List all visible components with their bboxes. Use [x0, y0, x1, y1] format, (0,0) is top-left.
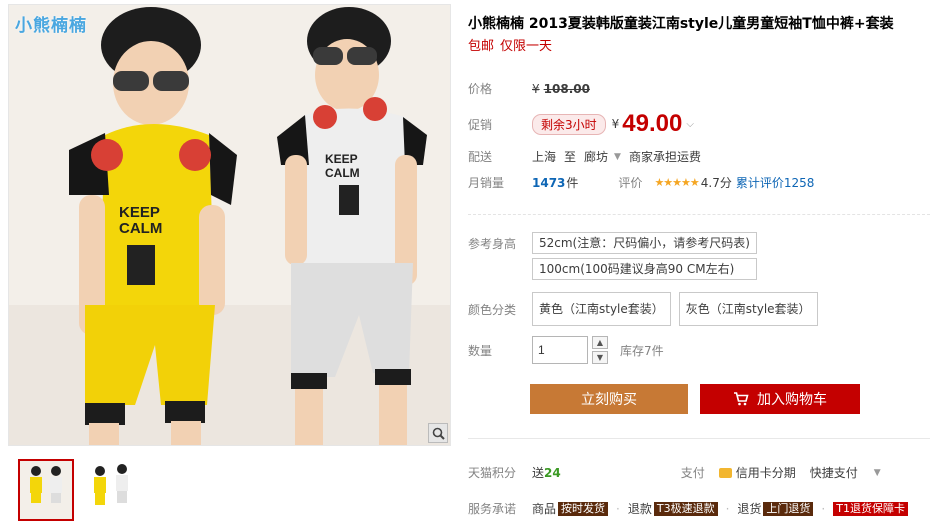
- chevron-down-icon[interactable]: ⌵: [686, 119, 694, 130]
- brand-watermark: 小熊楠楠: [15, 16, 87, 36]
- svg-text:KEEP: KEEP: [119, 204, 160, 221]
- credit-card-icon: [718, 467, 732, 478]
- main-product-image[interactable]: KEEP CALM KEEP CALM 小熊楠楠: [8, 4, 451, 446]
- caret-down-icon[interactable]: ▼: [614, 152, 621, 162]
- rating-label: 评价: [618, 176, 643, 190]
- thumbnail-1[interactable]: [18, 459, 74, 521]
- points-payment-row: 天猫积分 送24 支付 信用卡分期 快捷支付 ▼: [468, 464, 930, 481]
- add-to-cart-button[interactable]: 加入购物车: [700, 384, 860, 414]
- decrease-icon[interactable]: ▼: [592, 351, 608, 364]
- monthly-sales-label: 月销量: [468, 176, 505, 190]
- height-option-100cm[interactable]: 100cm(100码建议身高90 CM左右): [532, 258, 757, 280]
- service-key: 退款: [627, 502, 652, 516]
- thumbnail-image: [84, 459, 140, 521]
- color-label: 颜色分类: [468, 302, 517, 317]
- monthly-sales-unit: 件: [566, 176, 579, 190]
- free-shipping-tag: 包邮: [468, 39, 495, 54]
- height-label: 参考身高: [468, 237, 517, 251]
- price-row: 价格 ¥108.00: [468, 80, 590, 97]
- promo-row: 促销 剩余3小时 ¥ 49.00 ⌵: [468, 110, 694, 138]
- cart-icon: [733, 392, 749, 406]
- countdown-badge: 剩余3小时: [532, 113, 606, 135]
- product-title: 小熊楠楠 2013夏装韩版童装江南style儿童男童短袖T恤中裤+套装: [468, 16, 894, 32]
- ship-destination-select[interactable]: 廊坊: [584, 148, 608, 165]
- star-rating-icon: ★★★★★: [654, 176, 699, 189]
- quantity-row: 数量 ▲ ▼ 库存7件: [468, 336, 664, 364]
- promo-label: 促销: [468, 117, 493, 132]
- service-key: 退货: [737, 502, 762, 516]
- height-option-52cm[interactable]: 52cm(注意：尺码偏小，请参考尺码表): [532, 232, 757, 254]
- magnifier-icon: [432, 427, 445, 440]
- service-badge-refund[interactable]: T3极速退款: [653, 501, 718, 516]
- promo-price: 49.00: [622, 110, 683, 137]
- stock-text: 库存7件: [620, 343, 664, 358]
- points-value: 送24: [532, 466, 561, 480]
- sales-row: 月销量 1473 件 评价 ★★★★★ 4.7分 累计评价1258: [468, 174, 930, 191]
- product-photo: KEEP CALM KEEP CALM: [9, 5, 450, 445]
- service-promise-row: 服务承诺 商品 按时发货 · 退款 T3极速退款 · 退货 上门退货 · T1退货保障…: [468, 500, 930, 517]
- shipping-label: 配送: [468, 150, 493, 164]
- separator: ·: [616, 501, 620, 516]
- rating-value: 4.7分: [700, 176, 732, 190]
- service-badge-ontime[interactable]: 按时发货: [558, 501, 609, 516]
- height-options: 52cm(注意：尺码偏小，请参考尺码表) 100cm(100码建议身高90 CM…: [532, 232, 757, 280]
- svg-text:KEEP: KEEP: [325, 152, 358, 166]
- thumbnail-image: [20, 461, 72, 519]
- original-price: ¥108.00: [532, 81, 590, 96]
- color-option-row: 颜色分类 黄色（江南style套装） 灰色（江南style套装）: [468, 292, 818, 326]
- color-option-yellow[interactable]: 黄色（江南style套装）: [532, 292, 671, 326]
- product-gallery: KEEP CALM KEEP CALM 小熊楠楠: [8, 4, 451, 521]
- ship-to-word: 至: [564, 150, 577, 164]
- svg-text:CALM: CALM: [325, 166, 360, 180]
- monthly-sales-count: 1473: [532, 175, 566, 190]
- add-to-cart-label: 加入购物车: [757, 392, 827, 408]
- thumbnail-strip: [8, 454, 451, 526]
- promo-currency: ¥: [611, 117, 620, 131]
- points-label: 天猫积分: [468, 466, 517, 480]
- color-option-grey[interactable]: 灰色（江南style套装）: [678, 292, 818, 326]
- quantity-label: 数量: [468, 343, 493, 358]
- ship-from: 上海: [532, 150, 557, 164]
- review-count-link[interactable]: 累计评价1258: [736, 174, 815, 191]
- credit-installment[interactable]: 信用卡分期: [736, 464, 796, 481]
- shipping-row: 配送 上海 至 廊坊 ▼ 商家承担运费: [468, 148, 709, 165]
- shipping-fee-note: 商家承担运费: [628, 150, 701, 164]
- service-label: 服务承诺: [468, 502, 517, 516]
- quantity-stepper: ▲ ▼: [592, 336, 608, 364]
- quantity-input[interactable]: [532, 336, 588, 364]
- thumbnail-2[interactable]: [84, 459, 140, 521]
- svg-text:CALM: CALM: [119, 220, 162, 237]
- caret-down-icon[interactable]: ▼: [874, 468, 881, 478]
- increase-icon[interactable]: ▲: [592, 336, 608, 349]
- divider: [468, 214, 930, 215]
- divider: [468, 438, 930, 439]
- express-pay[interactable]: 快捷支付: [810, 464, 858, 481]
- service-key: 商品: [532, 502, 557, 516]
- payment-label: 支付: [680, 466, 705, 480]
- separator: ·: [725, 501, 730, 516]
- separator: ·: [821, 501, 826, 516]
- service-badge-return[interactable]: 上门退货: [763, 501, 814, 516]
- height-option-row: 参考身高 52cm(注意：尺码偏小，请参考尺码表) 100cm(100码建议身高…: [468, 232, 757, 280]
- product-subtitle: 包邮 仅限一天: [468, 38, 930, 56]
- service-badge-guarantee[interactable]: T1退货保障卡: [833, 501, 908, 516]
- zoom-button[interactable]: [428, 423, 448, 443]
- buy-now-button[interactable]: 立刻购买: [530, 384, 688, 414]
- price-label: 价格: [468, 82, 493, 96]
- product-info: 小熊楠楠 2013夏装韩版童装江南style儿童男童短袖T恤中裤+套装 包邮 仅限…: [468, 14, 930, 516]
- color-options: 黄色（江南style套装） 灰色（江南style套装）: [532, 292, 818, 326]
- one-day-only-tag: 仅限一天: [500, 39, 553, 54]
- purchase-buttons: 立刻购买 加入购物车: [530, 384, 860, 414]
